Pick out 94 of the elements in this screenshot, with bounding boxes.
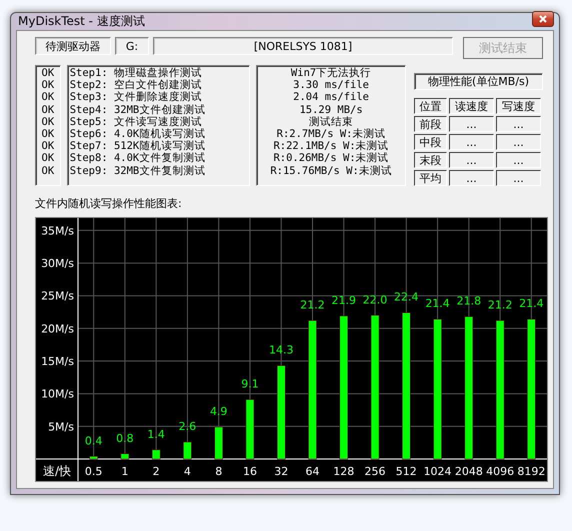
test-step: Step5: 文件读写速度测试 — [70, 116, 202, 128]
test-step: Step9: 32MB文件复制测试 — [70, 164, 206, 177]
speed-bar — [120, 454, 130, 460]
close-button[interactable] — [532, 10, 554, 26]
speed-bar — [89, 456, 98, 460]
test-result: R:0.26MB/s W:未测试 — [273, 152, 389, 165]
column-header: 写速度 — [496, 98, 542, 114]
drive-letter: G: — [115, 37, 149, 55]
value-label: 21.2 — [488, 298, 512, 312]
value-label: 21.4 — [519, 297, 544, 310]
table-cell: ... — [449, 170, 494, 186]
test-status: OK — [42, 67, 54, 80]
x-axis-label: 32 — [274, 465, 288, 478]
y-axis-label: 10M/s — [41, 388, 74, 401]
test-status: OK — [42, 79, 54, 92]
speed-bar — [246, 399, 254, 460]
physical-performance-title: 物理性能(单位MB/s) — [414, 73, 544, 90]
x-axis-label: 128 — [333, 465, 354, 478]
window-title: MyDiskTest - 速度测试 — [17, 13, 145, 30]
test-step: Step7: 512K随机读写测试 — [70, 140, 206, 152]
drive-name: [NORELSYS 1081] — [153, 37, 453, 55]
test-status: OK — [42, 164, 54, 177]
x-axis-label: 0.5 — [84, 465, 102, 478]
y-axis-label: 25M/s — [41, 290, 74, 303]
speed-bar — [183, 442, 192, 460]
x-axis-label: 4096 — [486, 465, 514, 478]
y-axis-label: 5M/s — [48, 420, 74, 434]
test-result: Win7下无法执行 — [290, 67, 372, 80]
table-cell: ... — [496, 152, 542, 168]
column-header: 读速度 — [449, 98, 494, 114]
test-step: Step8: 4.0K文件复制测试 — [70, 152, 206, 165]
value-label: 0.8 — [116, 432, 134, 445]
table-cell: 中段 — [414, 134, 448, 150]
test-step: Step3: 文件删除速度测试 — [70, 91, 202, 104]
value-label: 1.4 — [147, 428, 165, 441]
value-label: 9.1 — [241, 378, 259, 391]
test-step: Step2: 空白文件创建测试 — [70, 79, 202, 92]
drive-label: 待测驱动器 — [35, 37, 111, 55]
test-step: Step1: 物理磁盘操作测试 — [70, 67, 202, 80]
table-cell: 平均 — [414, 170, 448, 186]
test-step: Step4: 32MB文件创建测试 — [70, 104, 206, 116]
x-axis-label: 512 — [396, 465, 417, 478]
table-cell: ... — [449, 134, 494, 150]
x-axis-label: 256 — [364, 465, 386, 478]
x-axis-label: 16 — [242, 465, 257, 478]
x-axis-label: 64 — [306, 465, 320, 478]
table-cell: 前段 — [414, 116, 448, 132]
y-axis-label: 30M/s — [41, 257, 74, 270]
table-cell: ... — [496, 170, 542, 186]
table-cell: ... — [449, 152, 494, 168]
value-label: 21.8 — [456, 294, 482, 308]
test-status: OK — [42, 128, 54, 140]
table-cell: ... — [496, 116, 542, 132]
y-axis-label: 35M/s — [41, 224, 74, 238]
x-axis-label: 2 — [152, 465, 160, 478]
chart-title: 文件内随机读写操作性能图表: — [35, 196, 183, 211]
value-label: 21.2 — [300, 298, 325, 312]
value-label: 21.4 — [425, 297, 450, 310]
test-result: R:15.76MB/s W:未测试 — [270, 164, 392, 177]
table-cell: 末段 — [414, 152, 448, 168]
test-result: R:2.7MB/s W:未测试 — [276, 128, 386, 140]
table-cell: ... — [449, 116, 494, 132]
value-label: 14.3 — [268, 344, 294, 357]
x-axis-label: 1024 — [424, 465, 452, 478]
x-axis-label: 4 — [184, 465, 191, 478]
table-cell: ... — [496, 134, 542, 150]
test-status: OK — [42, 152, 54, 165]
y-axis-label: 20M/s — [41, 322, 74, 336]
column-header: 位置 — [414, 98, 448, 114]
test-result: 3.30 ms/file — [293, 79, 369, 92]
x-axis-label: 2048 — [454, 465, 483, 478]
test-result: 测试结束 — [309, 116, 354, 128]
value-label: 4.9 — [210, 405, 228, 418]
x-axis-label: 8 — [215, 465, 222, 478]
value-label: 0.4 — [84, 434, 102, 448]
test-status: OK — [42, 116, 54, 128]
speed-bar — [214, 426, 223, 460]
test-result: 2.04 ms/file — [293, 91, 369, 104]
value-label: 22.0 — [362, 293, 388, 306]
value-label: 22.4 — [394, 290, 419, 304]
x-axis-label: 8192 — [517, 465, 546, 478]
test-status: OK — [42, 140, 54, 152]
close-icon — [539, 14, 547, 22]
test-result: R:22.1MB/s W:未测试 — [273, 140, 389, 152]
test-status: OK — [42, 91, 54, 104]
value-label: 2.6 — [178, 420, 196, 434]
y-axis-label: 15M/s — [41, 355, 74, 368]
x-axis-title: 速/快 — [42, 464, 72, 478]
x-axis-label: 1 — [121, 465, 128, 478]
value-label: 21.9 — [332, 294, 356, 307]
test-step: Step6: 4.0K随机读写测试 — [70, 128, 206, 140]
speed-bar — [152, 450, 160, 460]
test-status: OK — [42, 104, 54, 116]
test-result: 15.29 MB/s — [299, 104, 363, 116]
